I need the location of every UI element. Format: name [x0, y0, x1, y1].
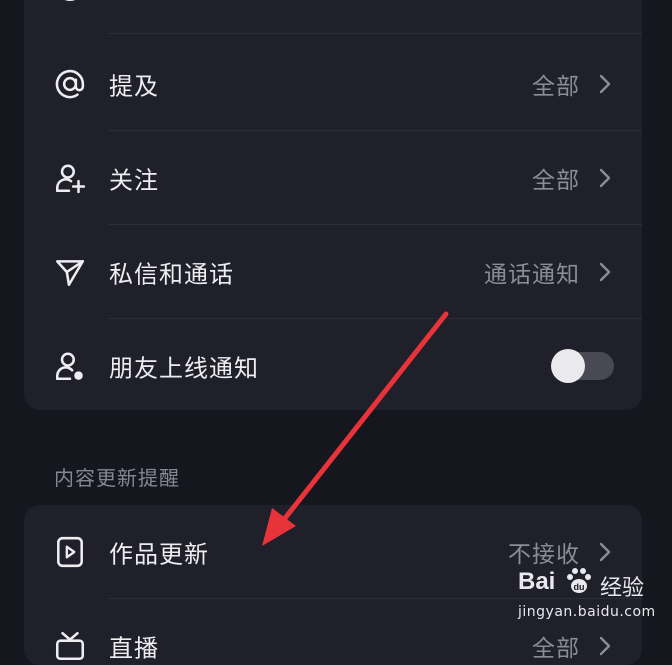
watermark-cn: 经验 [600, 576, 645, 601]
svg-text:du: du [574, 582, 585, 592]
settings-row-label: 朋友上线通知 [109, 354, 259, 383]
at-icon [52, 66, 88, 102]
settings-row-top[interactable]: 全部 [24, 0, 642, 34]
section-title: 内容更新提醒 [54, 466, 180, 490]
comment-icon [52, 0, 88, 5]
live-icon [52, 628, 88, 664]
paw-icon: du [567, 568, 591, 593]
settings-row-label: 私信和通话 [109, 260, 234, 289]
settings-row-mention[interactable]: 提及 全部 [24, 37, 642, 131]
baidu-jingyan-watermark: Bai du 经验 jingyan.baidu.com [510, 562, 670, 632]
user-online-icon [52, 348, 88, 384]
chevron-right-icon [599, 542, 611, 562]
settings-row-value: 通话通知 [484, 262, 580, 288]
play-icon [52, 534, 88, 570]
toggle-knob [551, 349, 585, 383]
settings-row-friends-online: 朋友上线通知 [24, 319, 642, 410]
settings-row-label: 提及 [109, 72, 159, 101]
send-icon [52, 254, 88, 290]
settings-row-follow[interactable]: 关注 全部 [24, 131, 642, 225]
chevron-right-icon [599, 168, 611, 188]
user-plus-icon [52, 160, 88, 196]
settings-row-value: 全部 [532, 636, 580, 662]
notification-settings-card: 全部 提及 全部 关注 全部 [24, 0, 642, 410]
settings-row-label: 作品更新 [109, 540, 209, 569]
settings-row-label: 关注 [109, 166, 159, 195]
settings-row-value: 全部 [532, 74, 580, 100]
chevron-right-icon [599, 636, 611, 656]
settings-row-value: 全部 [532, 0, 580, 4]
settings-row-label: 直播 [109, 634, 159, 663]
chevron-right-icon [599, 74, 611, 94]
friends-online-toggle[interactable] [551, 349, 614, 383]
chevron-right-icon [599, 262, 611, 282]
watermark-url: jingyan.baidu.com [518, 604, 656, 620]
watermark-logo: Bai [518, 568, 556, 595]
settings-row-messages-calls[interactable]: 私信和通话 通话通知 [24, 225, 642, 319]
settings-row-value: 全部 [532, 168, 580, 194]
